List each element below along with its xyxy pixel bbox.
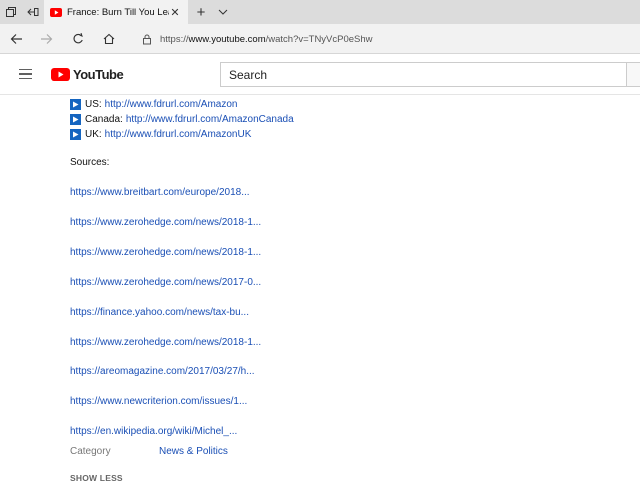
sources-heading: Sources: [70,157,110,168]
url-scheme: https:// [160,33,189,45]
store-url-link[interactable]: http://www.fdrurl.com/Amazon [105,99,238,110]
store-url-link[interactable]: http://www.fdrurl.com/AmazonUK [105,129,252,140]
tab-actions-icon[interactable] [0,0,22,24]
show-less-button[interactable]: SHOW LESS [70,473,123,483]
youtube-masthead: YouTube [0,54,640,95]
store-link-uk: UK: http://www.fdrurl.com/AmazonUK [70,127,251,141]
chevron-down-icon[interactable] [212,0,234,24]
lock-icon [143,34,151,44]
hamburger-menu-icon[interactable] [14,64,36,84]
close-tab-icon[interactable]: ✕ [168,5,182,19]
search-box [220,62,640,87]
source-link[interactable]: https://finance.yahoo.com/news/tax-bu... [70,307,249,318]
search-button[interactable] [626,62,640,87]
source-link[interactable]: https://www.zerohedge.com/news/2018-1... [70,247,261,258]
category-link[interactable]: News & Politics [159,446,228,457]
source-link[interactable]: https://en.wikipedia.org/wiki/Michel_... [70,426,237,437]
youtube-logo[interactable]: YouTube [51,67,124,82]
source-link[interactable]: https://www.zerohedge.com/news/2018-1... [70,217,261,228]
play-button-icon [70,113,81,125]
address-bar[interactable]: https://www.youtube.com/watch?v=TNyVcP0e… [134,28,640,50]
source-link[interactable]: https://www.breitbart.com/europe/2018... [70,187,250,198]
source-link[interactable]: https://www.newcriterion.com/issues/1... [70,396,247,407]
browser-tab-strip: France: Burn Till You Lea ✕ + [0,0,640,24]
set-tabs-aside-icon[interactable] [22,0,44,24]
store-label: UK: [85,128,102,140]
store-link-us: US: http://www.fdrurl.com/Amazon [70,97,238,111]
tab-title: France: Burn Till You Lea [67,6,169,18]
url-host: www.youtube.com [188,33,266,45]
browser-navigation-bar: https://www.youtube.com/watch?v=TNyVcP0e… [0,24,640,54]
youtube-favicon-icon [50,7,62,17]
play-button-icon [70,128,81,140]
source-link[interactable]: https://www.zerohedge.com/news/2018-1... [70,337,261,348]
url-text: https://www.youtube.com/watch?v=TNyVcP0e… [160,34,373,45]
forward-arrow-icon[interactable] [34,28,58,50]
store-url-link[interactable]: http://www.fdrurl.com/AmazonCanada [126,114,294,125]
url-path: /watch?v=TNyVcP0eShw [265,33,373,45]
youtube-play-logo-icon [51,68,70,81]
source-link[interactable]: https://areomagazine.com/2017/03/27/h... [70,366,255,377]
home-icon[interactable] [97,28,121,50]
store-link-canada: Canada: http://www.fdrurl.com/AmazonCana… [70,112,294,126]
search-input[interactable] [229,67,609,82]
youtube-logo-text: YouTube [73,67,124,82]
tab-youtube-video[interactable]: France: Burn Till You Lea ✕ [44,0,188,24]
store-label: Canada: [85,113,123,125]
refresh-icon[interactable] [66,28,90,50]
store-label: US: [85,98,102,110]
play-button-icon [70,98,81,110]
category-label: Category [70,446,111,457]
source-link[interactable]: https://www.zerohedge.com/news/2017-0... [70,277,261,288]
new-tab-button[interactable]: + [190,0,212,24]
back-arrow-icon[interactable] [4,28,28,50]
